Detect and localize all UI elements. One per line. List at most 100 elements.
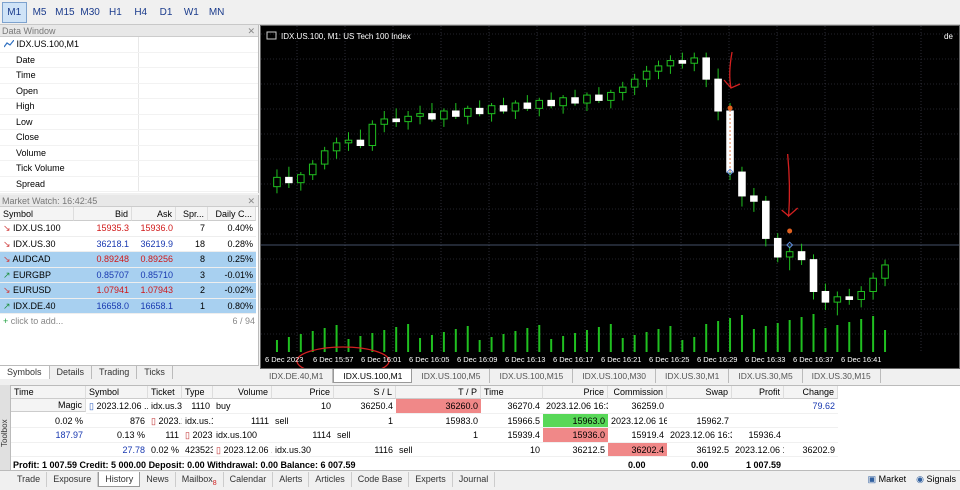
toolbox-tab[interactable]: History: [98, 471, 141, 487]
signals-label: Signals: [926, 474, 956, 484]
open-time-text: 2023.12.06 ...: [192, 430, 213, 440]
toolbox-tab[interactable]: Alerts: [273, 471, 310, 487]
close-icon[interactable]: ✕: [247, 195, 255, 207]
history-col-header[interactable]: Price: [272, 386, 334, 399]
toolbox-tab[interactable]: Trade: [11, 471, 48, 487]
toolbox-tab[interactable]: Articles: [309, 471, 352, 487]
candle-body: [416, 113, 424, 117]
data-window-title: Data Window ✕: [0, 25, 258, 37]
market-button[interactable]: ▣ Market: [868, 474, 907, 485]
bid-cell: 0.85707: [74, 267, 132, 283]
x-axis-label: 6 Dec 16:25: [649, 355, 689, 364]
arrow-down-icon: ↘: [3, 285, 14, 295]
market-watch-row[interactable]: ↗ EURGBP 0.85707 0.85710 3 -0.01%: [0, 267, 258, 283]
tf-m1-button[interactable]: M1: [2, 1, 27, 23]
history-col-header[interactable]: Type: [182, 386, 213, 399]
symbol-text: IDX.US.30: [13, 238, 56, 249]
tf-m5-button[interactable]: M5: [27, 2, 52, 23]
history-col-header[interactable]: Time: [481, 386, 543, 399]
toolbox-tab[interactable]: Calendar: [224, 471, 274, 487]
history-col-header[interactable]: Swap: [667, 386, 732, 399]
history-col-header[interactable]: Volume: [213, 386, 272, 399]
bid-cell: 15935.3: [74, 221, 132, 237]
ask-cell: 36219.9: [132, 237, 176, 252]
history-cell-type: sell: [272, 414, 334, 428]
balance-profit: 1 007.59: [746, 460, 782, 470]
candlestick-chart-svg[interactable]: 6 Dec 2023 6 Dec 15:57 6 Dec 16:01 6 Dec 16…: [261, 26, 959, 376]
chart-menu-icon[interactable]: [266, 31, 277, 40]
col-header-daily-change[interactable]: Daily C...: [208, 207, 256, 221]
candle-body: [368, 123, 377, 147]
x-axis-label: 6 Dec 16:01: [361, 355, 401, 364]
price-chart[interactable]: 6 Dec 2023 6 Dec 15:57 6 Dec 16:01 6 Dec 16…: [260, 25, 960, 376]
toolbox-tab[interactable]: Mailbox8: [176, 471, 224, 487]
tab-details[interactable]: Details: [50, 366, 93, 379]
chart-tab[interactable]: IDX.US.100,M30: [573, 369, 657, 383]
history-col-header[interactable]: Time: [11, 386, 86, 399]
data-window-label-high: High: [0, 99, 139, 114]
tf-h4-button[interactable]: H4: [128, 2, 153, 23]
market-watch-panel: Market Watch: 16:42:45 ✕ Symbol Bid Ask …: [0, 195, 259, 365]
signals-button[interactable]: ◉ Signals: [916, 474, 956, 485]
history-col-header[interactable]: T / P: [396, 386, 481, 399]
tab-trading[interactable]: Trading: [92, 366, 138, 379]
chart-tab[interactable]: IDX.DE.40,M1: [260, 369, 334, 383]
market-watch-row[interactable]: ↘ EURUSD 1.07941 1.07943 2 -0.02%: [0, 283, 258, 299]
data-window-row: High: [0, 99, 258, 115]
tf-w1-button[interactable]: W1: [179, 2, 204, 23]
tab-ticks[interactable]: Ticks: [137, 366, 173, 379]
chart-tab[interactable]: IDX.US.100,M5: [412, 369, 491, 383]
market-watch-row[interactable]: ↗ IDX.DE.40 16658.0 16658.1 1 0.80%: [0, 298, 258, 314]
history-cell-ticket: 1114: [272, 428, 334, 443]
tf-h1-button[interactable]: H1: [103, 2, 128, 23]
tf-m15-button[interactable]: M15: [53, 2, 78, 23]
tf-mn-button[interactable]: MN: [204, 2, 229, 23]
x-axis-label: 6 Dec 16:33: [745, 355, 785, 364]
chart-tab[interactable]: IDX.US.100,M15: [490, 369, 574, 383]
close-icon[interactable]: ✕: [247, 25, 255, 37]
change-cell: 0.40%: [208, 221, 256, 237]
history-cell-type: sell: [396, 443, 481, 457]
tf-d1-button[interactable]: D1: [154, 2, 179, 23]
tab-symbols[interactable]: Symbols: [0, 366, 50, 379]
symbol-cell: ↗ EURGBP: [0, 267, 74, 283]
market-watch-row[interactable]: ↘ IDX.US.100 15935.3 15936.0 7 0.40%: [0, 221, 258, 237]
history-col-header[interactable]: Ticket: [148, 386, 182, 399]
toolbox-tab[interactable]: News: [140, 471, 176, 487]
toolbox-tab[interactable]: Journal: [453, 471, 496, 487]
chart-tabs: IDX.DE.40,M1 IDX.US.100,M1 IDX.US.100,M5 ID…: [260, 369, 960, 383]
market-label: Market: [878, 474, 907, 484]
toolbox-tab-label: Code Base: [357, 473, 403, 484]
col-header-spread[interactable]: Spr...: [176, 207, 208, 221]
ask-cell: 15936.0: [132, 221, 176, 237]
add-symbol-link[interactable]: + click to add...: [3, 314, 63, 329]
chart-tab[interactable]: IDX.US.30,M5: [729, 369, 803, 383]
tf-m30-button[interactable]: M30: [78, 2, 103, 23]
ask-cell: 1.07943: [132, 283, 176, 299]
toolbox-tab[interactable]: Code Base: [352, 471, 410, 487]
history-col-header[interactable]: S / L: [334, 386, 396, 399]
history-cell-open-time: ▯ 2023.12.06 ...: [213, 443, 272, 457]
history-col-header[interactable]: Magic: [11, 399, 86, 412]
col-header-ask[interactable]: Ask: [132, 207, 176, 221]
market-watch-row[interactable]: ↘ AUDCAD 0.89248 0.89256 8 0.25%: [0, 252, 258, 268]
chart-tab[interactable]: IDX.US.100,M1: [333, 369, 413, 383]
candle-body: [821, 290, 830, 303]
candle-body: [475, 107, 484, 115]
market-watch-row[interactable]: ↘ IDX.US.30 36218.1 36219.9 18 0.28%: [0, 237, 258, 252]
toolbox-tab[interactable]: Exposure: [47, 471, 99, 487]
history-col-header[interactable]: Change: [784, 386, 838, 399]
toolbox-tab[interactable]: Experts: [409, 471, 453, 487]
toolbox-tab-label: Calendar: [229, 473, 267, 484]
history-col-header[interactable]: Symbol: [86, 386, 148, 399]
chart-tab[interactable]: IDX.US.30,M1: [656, 369, 730, 383]
candle-body: [273, 176, 281, 188]
history-col-header[interactable]: Profit: [732, 386, 784, 399]
col-header-bid[interactable]: Bid: [74, 207, 132, 221]
chart-tab[interactable]: IDX.US.30,M15: [803, 369, 881, 383]
history-col-header[interactable]: Price: [543, 386, 608, 399]
col-header-symbol[interactable]: Symbol: [0, 207, 74, 221]
history-col-header[interactable]: Commission: [608, 386, 667, 399]
history-cell-tp: 15963.0: [543, 413, 608, 428]
market-watch-tabs: Symbols Details Trading Ticks: [0, 365, 259, 379]
